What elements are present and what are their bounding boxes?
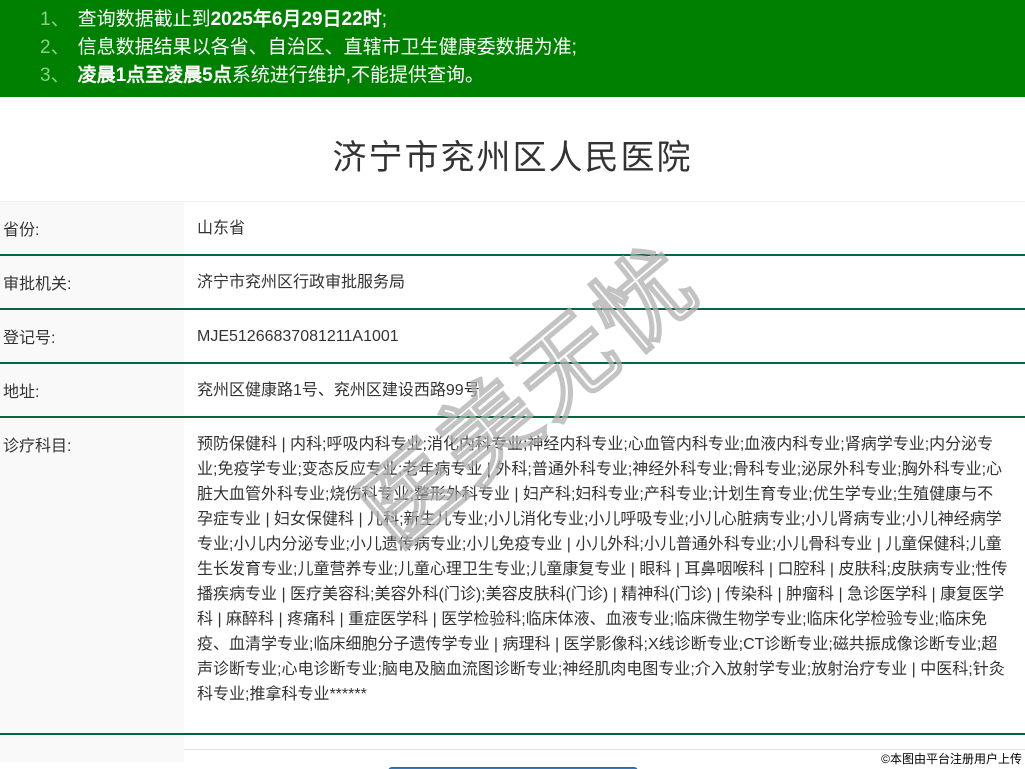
table-row-departments: 诊疗科目: 预防保健科 | 内科;呼吸内科专业;消化内科专业;神经内科专业;心血… [0,418,1025,735]
notice-number: 3、 [40,65,70,86]
row-label: 登记号: [0,310,184,362]
table-row-address: 地址: 兖州区健康路1号、兖州区建设西路99号 [0,364,1025,418]
notice-item-3: 3、凌晨1点至凌晨5点系统进行维护,不能提供查询。 [40,62,1015,90]
table-row-approval-authority: 审批机关: 济宁市兖州区行政审批服务局 [0,256,1025,310]
table-row-registration-number: 登记号: MJE51266837081211A1001 [0,310,1025,364]
notice-banner: 1、查询数据截止到2025年6月29日22时; 2、信息数据结果以各省、自治区、… [0,0,1025,97]
notice-text: 信息数据结果以各省、自治区、直辖市卫生健康委数据为准; [78,37,577,58]
hospital-info-table: 省份: 山东省 审批机关: 济宁市兖州区行政审批服务局 登记号: MJE5126… [0,201,1025,750]
page-title: 济宁市兖州区人民医院 [0,130,1025,179]
table-row-province: 省份: 山东省 [0,202,1025,256]
row-label-empty [0,735,184,762]
row-label: 诊疗科目: [0,418,184,733]
notice-bold-text: 凌晨1点至凌晨5点 [78,65,232,86]
row-value: 济宁市兖州区行政审批服务局 [184,256,1025,308]
notice-number: 1、 [40,9,70,30]
notice-item-2: 2、信息数据结果以各省、自治区、直辖市卫生健康委数据为准; [40,34,1015,62]
notice-text: 查询数据截止到 [78,9,211,30]
row-label: 审批机关: [0,256,184,308]
hospital-detail-page: 1、查询数据截止到2025年6月29日22时; 2、信息数据结果以各省、自治区、… [0,0,1025,769]
copyright-note: ©本图由平台注册用户上传 [881,750,1022,767]
row-value: 兖州区健康路1号、兖州区建设西路99号 [184,364,1025,416]
notice-item-1: 1、查询数据截止到2025年6月29日22时; [40,6,1015,34]
notice-bold-text: 2025年6月29日22时 [211,9,382,30]
row-label: 地址: [0,364,184,416]
row-value: 预防保健科 | 内科;呼吸内科专业;消化内科专业;神经内科专业;心血管内科专业;… [184,418,1025,733]
row-value: MJE51266837081211A1001 [184,310,1025,362]
row-value: 山东省 [184,202,1025,254]
table-row-empty [0,735,1025,750]
row-label: 省份: [0,202,184,254]
notice-number: 2、 [40,37,70,58]
notice-text: 系统进行维护,不能提供查询。 [232,65,484,86]
notice-text: ; [382,9,387,30]
